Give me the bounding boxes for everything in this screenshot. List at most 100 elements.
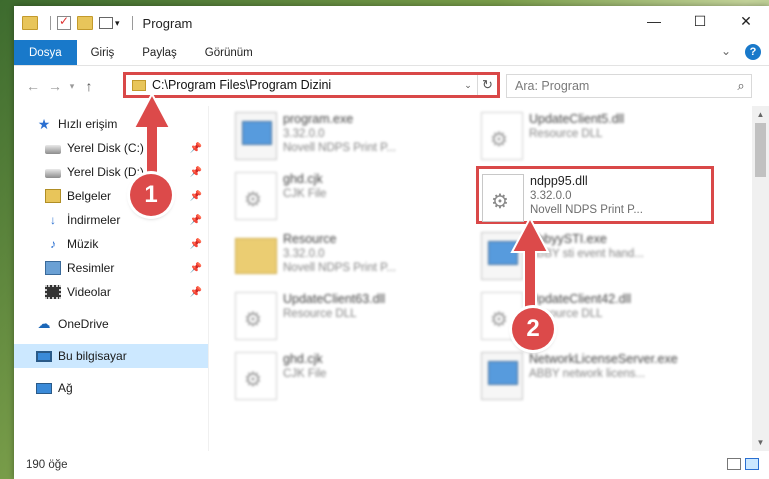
chevron-down-icon[interactable]: ⌄ [459, 80, 477, 91]
maximize-button[interactable]: ☐ [677, 6, 723, 36]
sidebar-item-this-pc[interactable]: Bu bilgisayar [14, 344, 208, 368]
sidebar-item-onedrive[interactable]: ☁ OneDrive [14, 312, 208, 336]
sidebar-item-label: Ağ [58, 381, 73, 395]
cjk-file-icon [235, 352, 277, 400]
ribbon-tabs: Dosya Giriş Paylaş Görünüm ⌄ ? [14, 40, 769, 66]
step-badge-1: 1 [130, 174, 172, 216]
sidebar-item-label: Videolar [67, 285, 111, 299]
file-list: program.exe 3.32.0.0 Novell NDPS Print P… [209, 106, 769, 451]
sidebar-item-videos[interactable]: Videolar 📌 [14, 280, 208, 304]
back-button[interactable]: ← [22, 78, 44, 94]
network-icon [36, 382, 52, 394]
scrollbar-thumb[interactable] [755, 123, 766, 177]
sidebar-item-network[interactable]: Ağ [14, 376, 208, 400]
search-placeholder[interactable]: Ara: Program [515, 79, 731, 93]
dll-file-icon [481, 112, 523, 160]
details-view-icon[interactable] [727, 458, 741, 470]
item-count: 190 öğe [26, 459, 68, 471]
cjk-file-icon [235, 172, 277, 220]
exe-file-icon [235, 112, 277, 160]
file-detail: Resource DLL [283, 308, 357, 320]
sidebar-item-label: İndirmeler [67, 213, 121, 227]
tab-share[interactable]: Paylaş [128, 40, 191, 65]
chevron-down-icon[interactable]: ▾ [115, 18, 120, 29]
file-item[interactable]: ghd.cjk CJK File [235, 350, 470, 408]
chevron-down-icon[interactable]: ⌄ [721, 44, 731, 60]
file-name: NetworkLicenseServer.exe [529, 352, 678, 366]
file-detail: CJK File [283, 188, 327, 200]
drive-icon [45, 169, 61, 178]
videos-icon [45, 285, 61, 299]
exe-file-icon [481, 352, 523, 400]
window-controls: — ☐ ✕ [631, 6, 769, 36]
minimize-button[interactable]: — [631, 6, 677, 36]
scroll-down-button[interactable]: ▼ [752, 434, 769, 451]
file-name: ghd.cjk [283, 172, 323, 186]
documents-icon [45, 189, 61, 203]
pin-icon[interactable]: 📌 [190, 287, 202, 298]
search-input[interactable]: Ara: Program ⌕ [506, 74, 752, 98]
tab-file[interactable]: Dosya [14, 40, 77, 65]
large-icons-view-icon[interactable] [745, 458, 759, 470]
tab-home[interactable]: Giriş [77, 40, 129, 65]
dll-file-icon [235, 292, 277, 340]
file-item[interactable]: program.exe 3.32.0.0 Novell NDPS Print P… [235, 110, 470, 168]
cloud-icon: ☁ [37, 316, 51, 331]
sidebar-item-label: Müzik [67, 237, 99, 251]
file-item[interactable]: ghd.cjk CJK File [235, 170, 470, 228]
up-button[interactable]: ↑ [78, 78, 100, 94]
tab-view[interactable]: Görünüm [191, 40, 267, 65]
sidebar-item-music[interactable]: ♪ Müzik 📌 [14, 232, 208, 256]
sidebar-item-label: Resimler [67, 261, 115, 275]
computer-icon [36, 350, 52, 362]
pin-icon[interactable]: 📌 [190, 167, 202, 178]
pin-icon[interactable]: 📌 [190, 263, 202, 274]
new-folder-icon[interactable] [77, 16, 93, 30]
ribbon-controls: ⌄ ? [721, 44, 761, 60]
pin-icon[interactable]: 📌 [190, 191, 202, 202]
sidebar-item-label: Belgeler [67, 189, 112, 203]
file-detail: Novell NDPS Print P... [530, 204, 643, 216]
file-name: program.exe [283, 112, 354, 126]
dll-file-icon [482, 174, 524, 222]
file-detail: ABBY network licens... [529, 368, 646, 380]
star-icon: ★ [37, 116, 51, 132]
close-button[interactable]: ✕ [723, 6, 769, 36]
file-name: UpdateClient63.dll [283, 292, 386, 306]
sidebar-item-downloads[interactable]: ↓ İndirmeler 📌 [14, 208, 208, 232]
music-icon: ♪ [50, 237, 56, 251]
help-icon[interactable]: ? [745, 44, 761, 60]
scroll-up-button[interactable]: ▲ [752, 106, 769, 123]
file-item[interactable]: Resource 3.32.0.0 Novell NDPS Print P... [235, 230, 470, 288]
sidebar-item-label: Bu bilgisayar [58, 349, 127, 363]
refresh-button[interactable]: ↻ [477, 75, 497, 95]
address-row: ← → ▾ ↑ C:\Program Files\Program Dizini … [14, 66, 769, 106]
search-icon[interactable]: ⌕ [731, 78, 751, 94]
properties-icon[interactable] [57, 14, 71, 30]
pin-icon[interactable]: 📌 [190, 239, 202, 250]
vertical-scrollbar[interactable]: ▲ ▼ [752, 106, 769, 451]
pictures-icon [45, 261, 61, 275]
file-item[interactable]: UpdateClient63.dll Resource DLL [235, 290, 470, 348]
file-detail: 3.32.0.0 [530, 190, 572, 202]
recent-locations-button[interactable]: ▾ [66, 81, 78, 92]
folder-icon [235, 238, 277, 274]
content-area: ★ Hızlı erişim Yerel Disk (C:) 📌 Yerel D… [14, 106, 769, 451]
file-detail: Novell NDPS Print P... [283, 142, 396, 154]
sidebar-item-pictures[interactable]: Resimler 📌 [14, 256, 208, 280]
file-item[interactable]: UpdateClient5.dll Resource DLL [481, 110, 716, 168]
status-bar: 190 öğe [14, 451, 769, 479]
file-item[interactable]: NetworkLicenseServer.exe ABBY network li… [481, 350, 716, 408]
drive-icon [45, 145, 61, 154]
pin-icon[interactable]: 📌 [190, 143, 202, 154]
pin-icon[interactable]: 📌 [190, 215, 202, 226]
view-icon[interactable] [99, 17, 113, 29]
forward-button[interactable]: → [44, 78, 66, 94]
file-detail: 3.32.0.0 [283, 128, 325, 140]
sidebar-item-label: Hızlı erişim [58, 117, 118, 131]
window-title: Program [142, 15, 193, 31]
folder-icon[interactable] [22, 16, 38, 30]
title-bar: ▾ Program — ☐ ✕ [14, 6, 769, 40]
address-path[interactable]: C:\Program Files\Program Dizini [152, 78, 459, 92]
view-switcher [727, 458, 759, 470]
